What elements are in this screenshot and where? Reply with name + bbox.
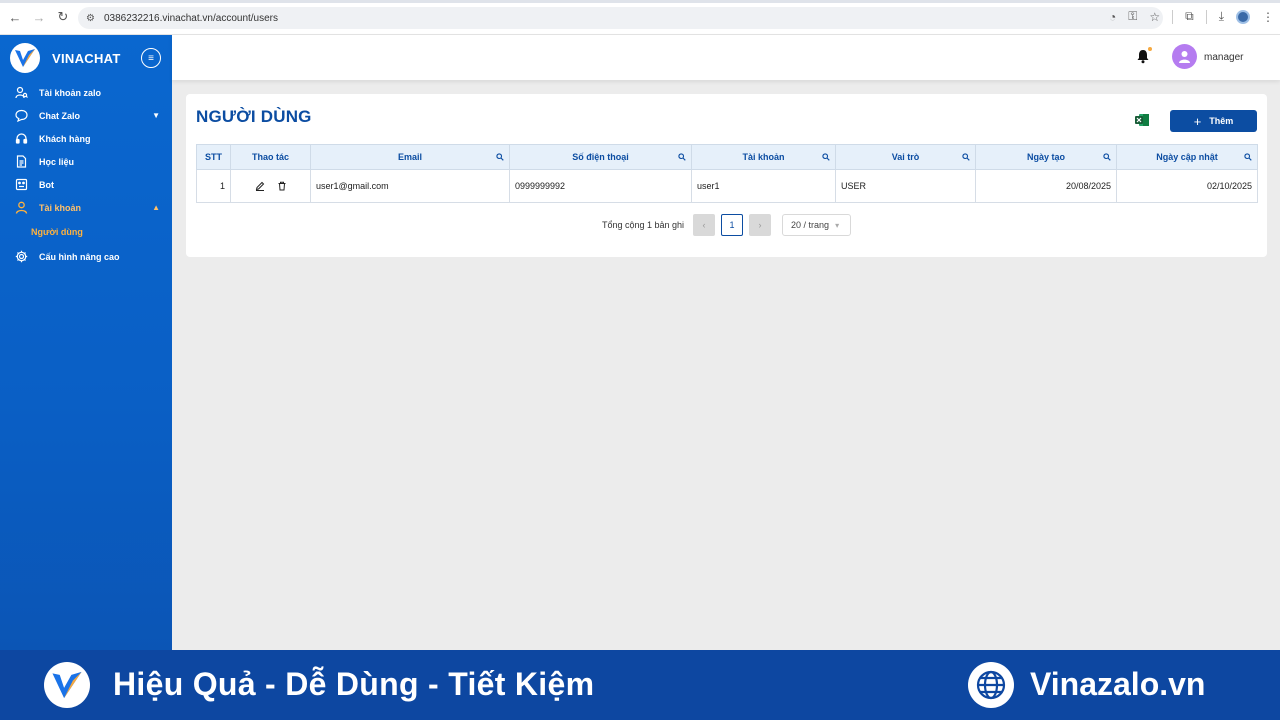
sidebar-item-customers[interactable]: Khách hàng [0,127,172,150]
profile-avatar-icon[interactable] [1236,9,1250,24]
delete-icon[interactable] [277,181,287,191]
sidebar-item-label: Tài khoản [39,202,82,213]
column-header-updated: Ngày cập nhật [1116,144,1258,170]
cell-created: 20/08/2025 [975,169,1117,203]
browser-toolbar: ← → ↻ ⚙ 0386232216.vinachat.vn/account/u… [0,0,1280,35]
sidebar-item-label: Khách hàng [39,133,91,144]
search-icon[interactable] [1103,153,1111,161]
performance-icon[interactable]: ◔ [1109,10,1116,24]
chevron-down-icon: ▼ [152,111,160,120]
top-header: manager [172,35,1280,80]
column-header-phone: Số điện thoại [509,144,692,170]
sidebar-item-chat-zalo[interactable]: Chat Zalo ▼ [0,104,172,127]
pagination-total: Tổng cộng 1 bản ghi [601,220,685,230]
user-search-icon [14,86,28,100]
column-header-account: Tài khoản [691,144,836,170]
back-icon[interactable]: ← [6,8,24,26]
search-icon[interactable] [962,153,970,161]
column-header-created: Ngày tạo [975,144,1117,170]
sidebar: VINACHAT ≡ Tài khoản zalo Chat Zalo ▼ Kh… [0,35,172,650]
banner-slogan: Hiệu Quả - Dễ Dùng - Tiết Kiệm [113,666,595,702]
search-icon[interactable] [496,153,504,161]
sidebar-item-learning-materials[interactable]: Học liệu [0,150,172,173]
users-card: NGƯỜI DÙNG + Thêm STT Thao tác Email Số … [186,94,1267,257]
notification-bell-icon[interactable] [1136,47,1152,65]
headset-icon [14,132,28,146]
divider [1172,9,1174,24]
cell-email: user1@gmail.com [310,169,510,203]
bookmark-star-icon[interactable]: ☆ [1149,10,1160,24]
sidebar-item-label: Người dùng [31,227,83,237]
cell-phone: 0999999992 [509,169,692,203]
reload-icon[interactable]: ↻ [54,8,72,26]
divider [1205,9,1207,24]
sidebar-item-accounts[interactable]: Tài khoản ▲ [0,196,172,219]
column-header-role: Vai trò [835,144,976,170]
cell-actions [230,169,311,203]
sidebar-menu: Tài khoản zalo Chat Zalo ▼ Khách hàng Họ… [0,81,172,268]
bot-icon [14,178,28,192]
site-settings-icon[interactable]: ⚙ [86,12,98,24]
cell-updated: 02/10/2025 [1116,169,1258,203]
add-button-label: Thêm [1209,116,1234,126]
excel-export-icon[interactable] [1134,112,1150,128]
page-number-button[interactable]: 1 [721,214,744,236]
column-header-email: Email [310,144,510,170]
user-avatar-icon[interactable] [1172,44,1197,69]
cell-role: USER [835,169,976,203]
search-icon[interactable] [678,153,686,161]
document-icon [14,155,28,169]
sidebar-item-label: Bot [39,179,54,190]
url-text: 0386232216.vinachat.vn/account/users [104,12,279,24]
search-icon[interactable] [1244,153,1252,161]
column-header-actions: Thao tác [230,144,311,170]
table-header-row: STT Thao tác Email Số điện thoại Tài kho… [196,144,1258,170]
gear-icon [14,250,28,264]
promo-banner: Hiệu Quả - Dễ Dùng - Tiết Kiệm Vinazalo.… [0,650,1280,720]
sidebar-item-zalo-accounts[interactable]: Tài khoản zalo [0,81,172,104]
vinachat-logo-icon [44,662,90,708]
search-icon[interactable] [822,153,830,161]
sidebar-item-label: Cấu hình nâng cao [39,251,120,262]
sidebar-item-advanced-settings[interactable]: Cấu hình nâng cao [0,245,172,268]
pagination: Tổng cộng 1 bản ghi ‹ 1 › 20 / trang ▾ [186,214,1267,236]
previous-page-icon[interactable]: ‹ [693,214,716,236]
vinachat-logo-icon [10,43,40,73]
globe-icon [968,662,1014,708]
forward-icon[interactable]: → [30,8,48,26]
edit-icon[interactable] [255,181,265,191]
username[interactable]: manager [1204,52,1243,63]
page-title: NGƯỜI DÙNG [196,107,312,126]
banner-site: Vinazalo.vn [1030,666,1206,702]
user-icon [14,201,28,215]
chevron-down-icon: ▾ [835,220,840,230]
add-user-button[interactable]: + Thêm [1170,110,1257,132]
next-page-icon[interactable]: › [749,214,772,236]
notification-dot [1148,47,1152,51]
browser-actions: ◔ ⚿ ☆ ⧉ ⤓ ⋮ [1109,9,1274,24]
cell-stt: 1 [196,169,231,203]
cell-account: user1 [691,169,836,203]
more-menu-icon[interactable]: ⋮ [1262,10,1274,24]
address-bar[interactable]: ⚙ 0386232216.vinachat.vn/account/users [78,7,1163,29]
chevron-up-icon: ▲ [152,203,160,212]
column-header-stt: STT [196,144,231,170]
password-key-icon[interactable]: ⚿ [1128,9,1137,24]
chat-icon [14,109,28,123]
sidebar-item-label: Chat Zalo [39,110,81,121]
sidebar-item-label: Học liệu [39,156,75,167]
plus-icon: + [1193,113,1202,129]
table-row: 1 user1@gmail.com 0999999992 user1 USER … [196,169,1258,203]
page-size-select[interactable]: 20 / trang ▾ [782,214,852,236]
download-icon[interactable]: ⤓ [1219,9,1224,24]
menu-collapse-icon[interactable]: ≡ [141,48,161,68]
sidebar-item-bot[interactable]: Bot [0,173,172,196]
sidebar-item-label: Tài khoản zalo [39,87,102,98]
page-size-value: 20 / trang [791,220,830,230]
users-table: STT Thao tác Email Số điện thoại Tài kho… [196,144,1258,203]
sidebar-item-users[interactable]: Người dùng [0,219,172,245]
extensions-icon[interactable]: ⧉ [1185,9,1194,24]
brand-name: VINACHAT [52,50,121,66]
